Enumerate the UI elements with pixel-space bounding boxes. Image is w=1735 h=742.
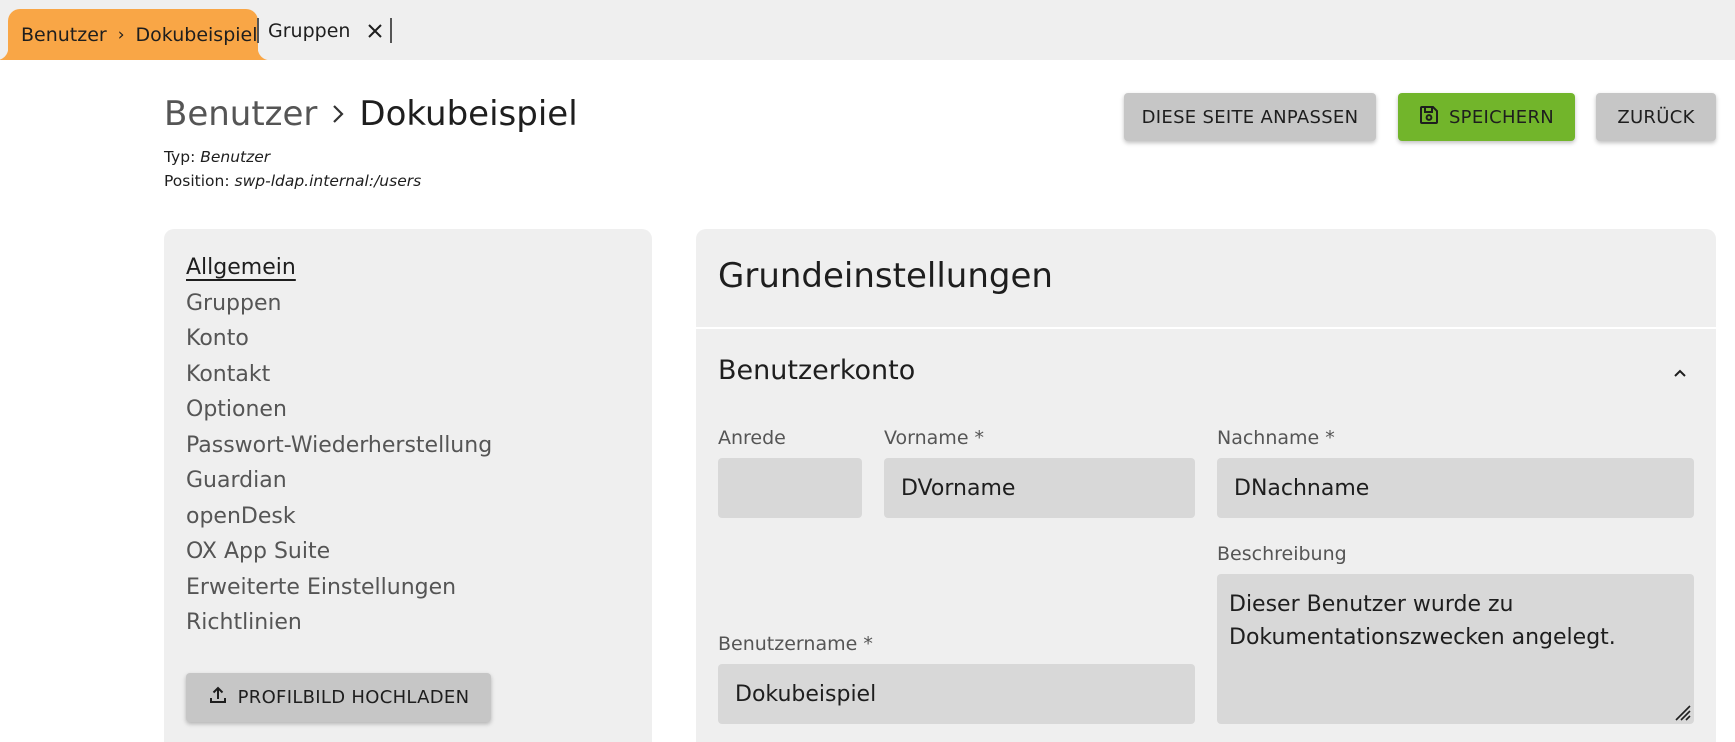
description-field[interactable]: Dieser Benutzer wurde zu Dokumentationsz…: [1217, 574, 1694, 724]
upload-icon: [208, 685, 238, 710]
customize-page-button[interactable]: DIESE SEITE ANPASSEN: [1124, 93, 1376, 141]
nav-item-erweiterte-einstellungen[interactable]: Erweiterte Einstellungen: [186, 570, 492, 606]
tab-label: Gruppen: [268, 20, 351, 42]
meta-position: Position: swp-ldap.internal:/users: [164, 172, 422, 190]
divider: [696, 327, 1716, 329]
tab-benutzer-dokubeispiel[interactable]: Benutzer › Dokubeispiel: [0, 9, 270, 60]
nav-item-allgemein[interactable]: Allgemein: [186, 250, 492, 286]
breadcrumb-parent[interactable]: Benutzer: [164, 94, 317, 134]
salutation-field[interactable]: [718, 458, 862, 518]
chevron-up-icon[interactable]: [1668, 361, 1692, 385]
section-nav: Allgemein Gruppen Konto Kontakt Optionen…: [164, 229, 652, 742]
page-title: Benutzer Dokubeispiel: [164, 92, 578, 136]
nav-item-opendesk[interactable]: openDesk: [186, 499, 492, 535]
tab-bar: Benutzer › Dokubeispiel Gruppen: [0, 0, 1735, 60]
tab-gruppen[interactable]: Gruppen: [268, 16, 350, 46]
tab-divider: [390, 18, 392, 43]
username-field[interactable]: [718, 664, 1195, 724]
main-content-card: Grundeinstellungen Benutzerkonto Anrede …: [696, 229, 1716, 742]
floppy-disk-icon: [1419, 105, 1449, 130]
nav-item-ox-app-suite[interactable]: OX App Suite: [186, 534, 492, 570]
nav-item-konto[interactable]: Konto: [186, 321, 492, 357]
nav-item-passwort-wiederherstellung[interactable]: Passwort-Wiederherstellung: [186, 428, 492, 464]
chevron-right-icon: [331, 103, 345, 125]
tab-label-parent: Benutzer: [21, 23, 107, 46]
meta-type-label: Typ: [164, 148, 191, 166]
nav-item-guardian[interactable]: Guardian: [186, 463, 492, 499]
tab-label-current: Dokubeispiel: [135, 23, 258, 46]
subsection-heading[interactable]: Benutzerkonto: [718, 351, 915, 391]
meta-type-value: Benutzer: [200, 148, 271, 166]
resize-grip-icon[interactable]: [1670, 700, 1692, 722]
tab-divider: [257, 18, 259, 43]
meta-type: Typ: Benutzer: [164, 148, 271, 166]
customize-page-label: DIESE SEITE ANPASSEN: [1141, 106, 1359, 128]
section-nav-list: Allgemein Gruppen Konto Kontakt Optionen…: [186, 250, 492, 641]
back-label: ZURÜCK: [1617, 106, 1695, 128]
nav-item-kontakt[interactable]: Kontakt: [186, 357, 492, 393]
upload-label: PROFILBILD HOCHLADEN: [237, 687, 470, 708]
nav-item-gruppen[interactable]: Gruppen: [186, 286, 492, 322]
save-label: SPEICHERN: [1448, 106, 1555, 128]
nav-item-richtlinien[interactable]: Richtlinien: [186, 605, 492, 641]
section-heading: Grundeinstellungen: [718, 256, 1053, 296]
save-button[interactable]: SPEICHERN: [1398, 93, 1575, 141]
description-label: Beschreibung: [1217, 543, 1347, 565]
breadcrumb-current: Dokubeispiel: [359, 94, 578, 134]
firstname-field[interactable]: [884, 458, 1195, 518]
lastname-label: Nachname *: [1217, 427, 1335, 449]
meta-position-label: Position: [164, 172, 225, 190]
upload-profile-picture-button[interactable]: PROFILBILD HOCHLADEN: [186, 673, 491, 722]
username-label: Benutzername *: [718, 633, 873, 655]
close-icon[interactable]: [362, 17, 388, 45]
firstname-label: Vorname *: [884, 427, 985, 449]
chevron-right-icon: ›: [117, 24, 125, 45]
meta-position-value: swp-ldap.internal:/users: [234, 172, 422, 190]
back-button[interactable]: ZURÜCK: [1596, 93, 1716, 141]
lastname-field[interactable]: [1217, 458, 1694, 518]
salutation-label: Anrede: [718, 427, 786, 449]
nav-item-optionen[interactable]: Optionen: [186, 392, 492, 428]
